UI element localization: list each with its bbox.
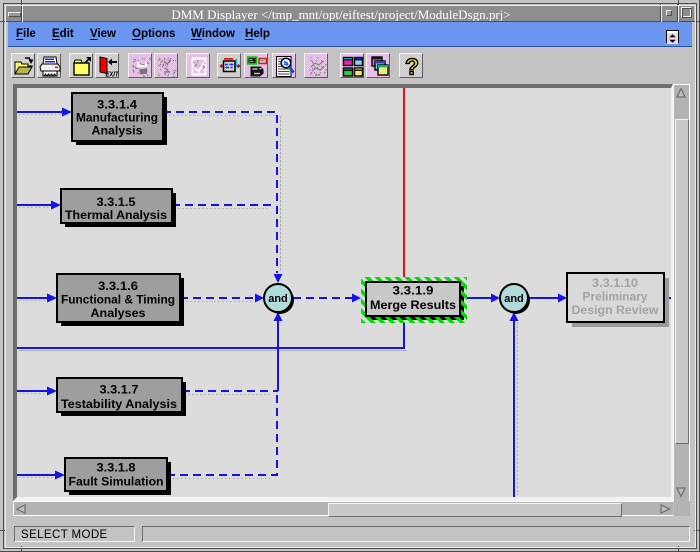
svg-text:3.3.1.8: 3.3.1.8 — [97, 461, 136, 475]
svg-text:Manufacturing: Manufacturing — [76, 111, 158, 125]
svg-text:and: and — [268, 293, 288, 305]
svg-text:Preliminary: Preliminary — [583, 290, 648, 304]
svg-text:3.3.1.10: 3.3.1.10 — [592, 276, 638, 290]
svg-text:3.3.1.4: 3.3.1.4 — [97, 98, 137, 112]
svg-text:Testability Analysis: Testability Analysis — [61, 397, 177, 411]
svg-text:3.3.1.7: 3.3.1.7 — [100, 383, 139, 397]
svg-text:Design Review: Design Review — [572, 303, 660, 317]
svg-text:3.3.1.5: 3.3.1.5 — [97, 195, 136, 209]
svg-text:Analysis: Analysis — [92, 124, 143, 138]
svg-text:Fault Simulation: Fault Simulation — [69, 475, 164, 489]
svg-text:3.3.1.6: 3.3.1.6 — [98, 279, 138, 293]
svg-text:and: and — [504, 293, 524, 305]
svg-text:Analyses: Analyses — [91, 306, 146, 320]
svg-text:Thermal Analysis: Thermal Analysis — [65, 208, 167, 222]
svg-text:3.3.1.9: 3.3.1.9 — [393, 284, 434, 298]
svg-text:Functional & Timing: Functional & Timing — [61, 293, 175, 307]
svg-text:EXIT: EXIT — [106, 72, 120, 79]
svg-text:?: ? — [405, 55, 419, 78]
svg-text:Merge Results: Merge Results — [370, 298, 456, 312]
